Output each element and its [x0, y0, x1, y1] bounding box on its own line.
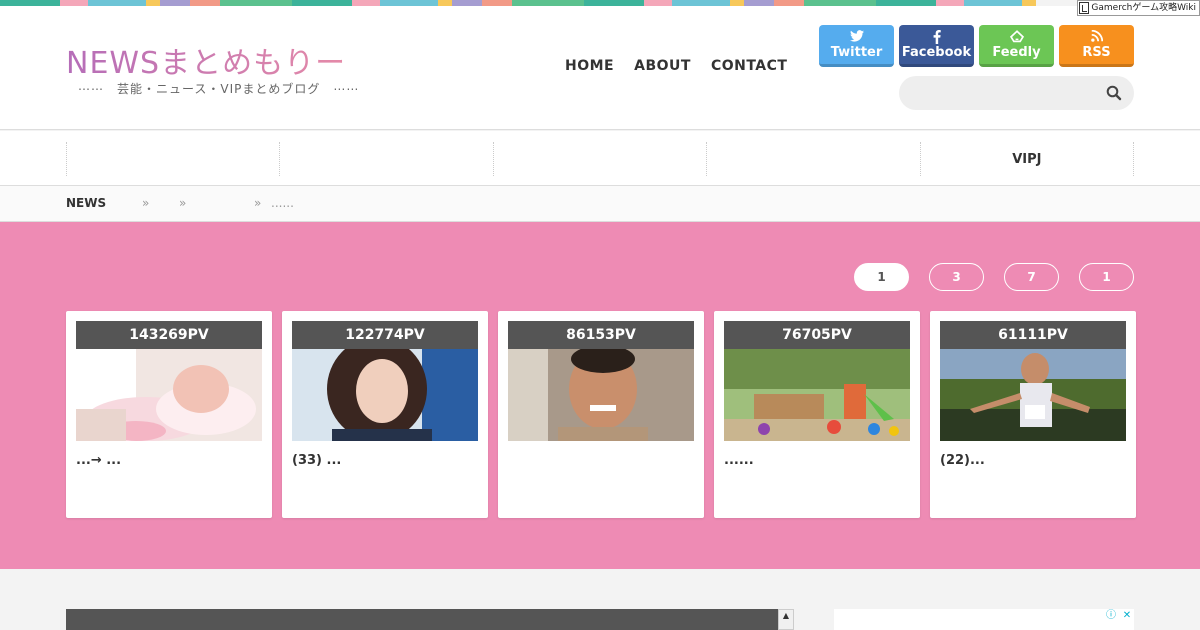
breadcrumb-separator: » — [254, 196, 262, 210]
gamerch-label: Gamerchゲーム攻略Wiki — [1091, 3, 1196, 13]
ranking-card[interactable]: 122774PV (33) ... — [282, 311, 488, 518]
global-nav: HOME ABOUT CONTACT — [565, 58, 787, 74]
ranking-tab[interactable]: 7 — [1004, 263, 1059, 291]
site-tagline: ⋯⋯ 芸能・ニュース・VIPまとめブログ ⋯⋯ — [78, 82, 360, 96]
card-title[interactable]: (33) ... — [292, 453, 478, 468]
ranking-tab[interactable]: 3 — [929, 263, 984, 291]
feedly-button[interactable]: Feedly — [979, 25, 1054, 67]
sns-buttons: Twitter Facebook Feedly RSS — [819, 25, 1134, 67]
category-item[interactable] — [706, 142, 919, 176]
pv-count: 122774PV — [292, 321, 478, 349]
card-title[interactable]: (22)... — [940, 453, 1126, 468]
ranking-tabs: 1 3 7 1 — [854, 263, 1134, 291]
search-input[interactable] — [899, 76, 1134, 110]
breadcrumb-separator: » — [142, 196, 150, 210]
facebook-icon — [933, 29, 941, 45]
man-portrait-photo[interactable] — [508, 349, 694, 441]
ranking-section: 1 3 7 1 143269PV ...→ ... 122774PV (33) … — [0, 222, 1200, 569]
ranking-cards: 143269PV ...→ ... 122774PV (33) ... 8615… — [66, 311, 1136, 518]
ranking-card[interactable]: 86153PV — [498, 311, 704, 518]
twitter-label: Twitter — [830, 44, 883, 60]
breadcrumb-separator: » — [179, 196, 187, 210]
facebook-label: Facebook — [901, 44, 972, 60]
pv-count: 76705PV — [724, 321, 910, 349]
ranking-card[interactable]: 61111PV (22)... — [930, 311, 1136, 518]
gamerch-icon — [1079, 2, 1090, 14]
category-item[interactable] — [492, 142, 706, 176]
ranking-tab[interactable]: 1 — [1079, 263, 1134, 291]
pv-count: 86153PV — [508, 321, 694, 349]
card-title[interactable]: ...→ ... — [76, 453, 262, 468]
card-title[interactable]: ...... — [724, 453, 910, 468]
runner-photo[interactable] — [940, 349, 1126, 441]
gamerch-badge[interactable]: Gamerchゲーム攻略Wiki — [1077, 0, 1200, 16]
search-icon[interactable] — [1106, 85, 1122, 101]
breadcrumb: NEWS » » » ...... — [0, 186, 1200, 222]
info-icon[interactable]: ⓘ — [1104, 609, 1118, 623]
nav-about-link[interactable]: ABOUT — [634, 58, 691, 74]
pv-count: 143269PV — [76, 321, 262, 349]
ranking-card[interactable]: 76705PV ...... — [714, 311, 920, 518]
nav-contact-link[interactable]: CONTACT — [711, 58, 788, 74]
rss-label: RSS — [1082, 44, 1111, 60]
pv-count: 61111PV — [940, 321, 1126, 349]
breadcrumb-home[interactable]: NEWS — [66, 196, 142, 210]
close-icon[interactable]: ✕ — [1120, 609, 1134, 623]
rss-icon — [1090, 29, 1103, 45]
category-item[interactable] — [66, 142, 279, 176]
site-logo[interactable]: NEWSまとめもりー — [66, 38, 346, 82]
sidebar-ad[interactable] — [834, 609, 1134, 630]
rss-button[interactable]: RSS — [1059, 25, 1134, 67]
twitter-button[interactable]: Twitter — [819, 25, 894, 67]
playground-photo[interactable] — [724, 349, 910, 441]
category-item-vipj[interactable]: VIPJ — [919, 142, 1135, 176]
woman-portrait-photo[interactable] — [292, 349, 478, 441]
twitter-icon — [849, 29, 864, 45]
ranking-card[interactable]: 143269PV ...→ ... — [66, 311, 272, 518]
main-content-header-bar — [66, 609, 794, 630]
feedly-icon — [1009, 29, 1024, 45]
facebook-button[interactable]: Facebook — [899, 25, 974, 67]
nav-home-link[interactable]: HOME — [565, 58, 614, 74]
baby-photo[interactable] — [76, 349, 262, 441]
breadcrumb-current: ...... — [271, 196, 294, 210]
ad-controls: ⓘ ✕ — [1104, 609, 1134, 623]
ranking-tab[interactable]: 1 — [854, 263, 909, 291]
site-header: NEWSまとめもりー ⋯⋯ 芸能・ニュース・VIPまとめブログ ⋯⋯ HOME … — [0, 6, 1200, 130]
breadcrumb-spacer — [216, 196, 254, 210]
feedly-label: Feedly — [992, 44, 1041, 60]
scroll-up-button[interactable]: ▲ — [778, 609, 794, 630]
category-item[interactable] — [279, 142, 492, 176]
category-nav: VIPJ — [0, 131, 1200, 186]
